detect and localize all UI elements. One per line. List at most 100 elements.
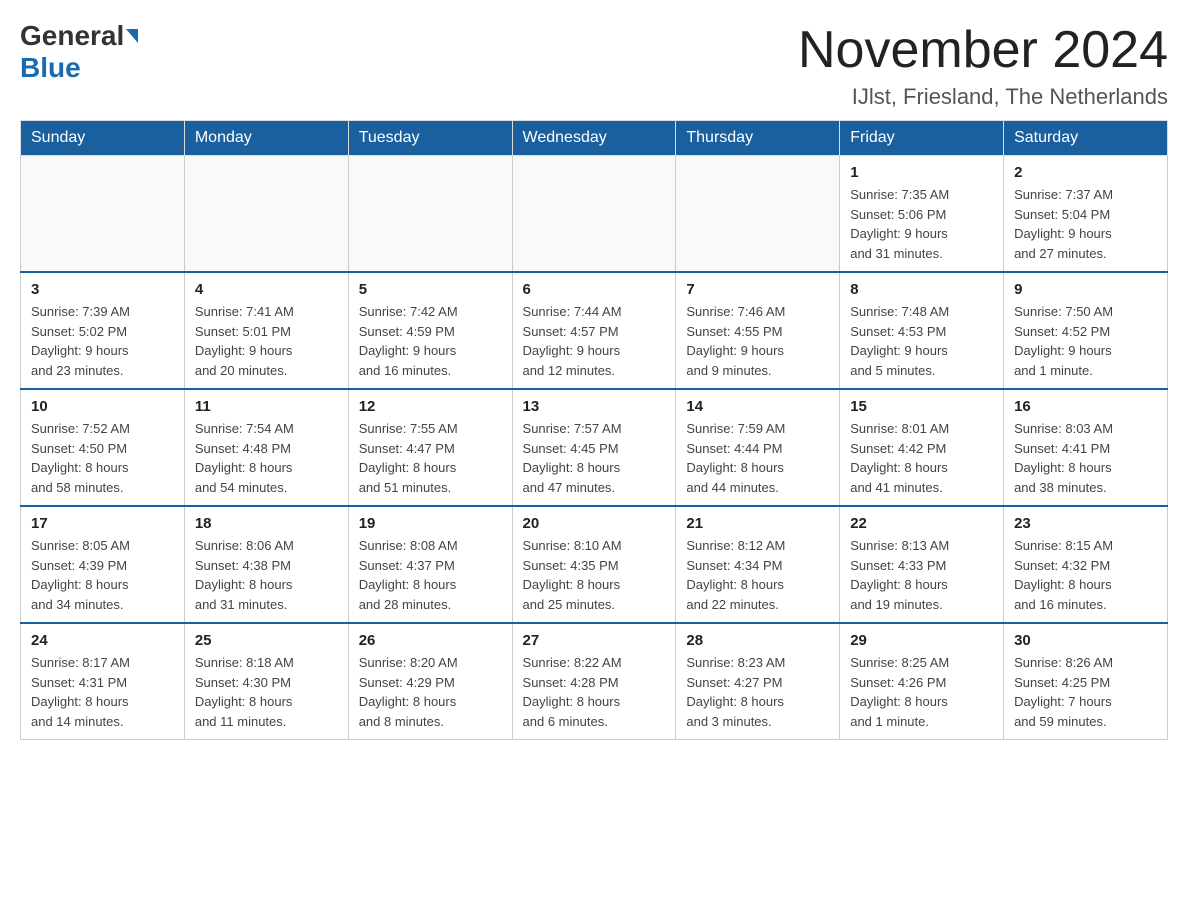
day-info: Sunrise: 8:01 AMSunset: 4:42 PMDaylight:… (850, 419, 993, 497)
day-info: Sunrise: 7:59 AMSunset: 4:44 PMDaylight:… (686, 419, 829, 497)
day-number: 30 (1014, 632, 1157, 649)
day-info: Sunrise: 7:44 AMSunset: 4:57 PMDaylight:… (523, 302, 666, 380)
day-info: Sunrise: 7:41 AMSunset: 5:01 PMDaylight:… (195, 302, 338, 380)
day-info: Sunrise: 8:20 AMSunset: 4:29 PMDaylight:… (359, 653, 502, 731)
day-info: Sunrise: 7:57 AMSunset: 4:45 PMDaylight:… (523, 419, 666, 497)
day-number: 11 (195, 398, 338, 415)
day-number: 2 (1014, 164, 1157, 181)
day-number: 18 (195, 515, 338, 532)
weekday-header-wednesday: Wednesday (512, 121, 676, 156)
weekday-header-friday: Friday (840, 121, 1004, 156)
day-info: Sunrise: 8:03 AMSunset: 4:41 PMDaylight:… (1014, 419, 1157, 497)
logo-arrow-icon (126, 29, 138, 43)
day-number: 27 (523, 632, 666, 649)
month-title: November 2024 (798, 20, 1168, 80)
calendar-cell: 25 Sunrise: 8:18 AMSunset: 4:30 PMDayligh… (184, 623, 348, 740)
week-row-1: 1Sunrise: 7:35 AMSunset: 5:06 PMDaylight… (21, 156, 1168, 273)
calendar-cell: 13 Sunrise: 7:57 AMSunset: 4:45 PMDayligh… (512, 389, 676, 506)
day-info: Sunrise: 7:42 AMSunset: 4:59 PMDaylight:… (359, 302, 502, 380)
calendar-cell: 28Sunrise: 8:23 AMSunset: 4:27 PMDayligh… (676, 623, 840, 740)
calendar-cell: 6 Sunrise: 7:44 AMSunset: 4:57 PMDaylight… (512, 272, 676, 389)
calendar-cell: 20Sunrise: 8:10 AMSunset: 4:35 PMDayligh… (512, 506, 676, 623)
title-area: November 2024 IJlst, Friesland, The Neth… (798, 20, 1168, 110)
page-header: General Blue November 2024 IJlst, Friesl… (20, 20, 1168, 110)
day-number: 13 (523, 398, 666, 415)
week-row-5: 24Sunrise: 8:17 AMSunset: 4:31 PMDayligh… (21, 623, 1168, 740)
calendar-cell: 24Sunrise: 8:17 AMSunset: 4:31 PMDayligh… (21, 623, 185, 740)
calendar-cell: 17 Sunrise: 8:05 AMSunset: 4:39 PMDayligh… (21, 506, 185, 623)
day-number: 25 (195, 632, 338, 649)
day-number: 4 (195, 281, 338, 298)
day-number: 22 (850, 515, 993, 532)
weekday-header-tuesday: Tuesday (348, 121, 512, 156)
day-info: Sunrise: 8:17 AMSunset: 4:31 PMDaylight:… (31, 653, 174, 731)
weekday-header-row: SundayMondayTuesdayWednesdayThursdayFrid… (21, 121, 1168, 156)
day-info: Sunrise: 8:10 AMSunset: 4:35 PMDaylight:… (523, 536, 666, 614)
calendar-cell: 16 Sunrise: 8:03 AMSunset: 4:41 PMDayligh… (1004, 389, 1168, 506)
calendar-cell: 4 Sunrise: 7:41 AMSunset: 5:01 PMDaylight… (184, 272, 348, 389)
calendar-cell: 1Sunrise: 7:35 AMSunset: 5:06 PMDaylight… (840, 156, 1004, 273)
day-info: Sunrise: 8:25 AMSunset: 4:26 PMDaylight:… (850, 653, 993, 731)
day-number: 29 (850, 632, 993, 649)
day-number: 8 (850, 281, 993, 298)
weekday-header-thursday: Thursday (676, 121, 840, 156)
day-info: Sunrise: 7:55 AMSunset: 4:47 PMDaylight:… (359, 419, 502, 497)
day-info: Sunrise: 8:05 AMSunset: 4:39 PMDaylight:… (31, 536, 174, 614)
weekday-header-sunday: Sunday (21, 121, 185, 156)
day-info: Sunrise: 7:48 AMSunset: 4:53 PMDaylight:… (850, 302, 993, 380)
calendar-cell: 10 Sunrise: 7:52 AMSunset: 4:50 PMDayligh… (21, 389, 185, 506)
day-info: Sunrise: 7:35 AMSunset: 5:06 PMDaylight:… (850, 185, 993, 263)
day-number: 14 (686, 398, 829, 415)
calendar-cell: 26Sunrise: 8:20 AMSunset: 4:29 PMDayligh… (348, 623, 512, 740)
day-info: Sunrise: 8:18 AMSunset: 4:30 PMDaylight:… (195, 653, 338, 731)
day-info: Sunrise: 8:12 AMSunset: 4:34 PMDaylight:… (686, 536, 829, 614)
day-number: 12 (359, 398, 502, 415)
day-info: Sunrise: 8:15 AMSunset: 4:32 PMDaylight:… (1014, 536, 1157, 614)
week-row-2: 3 Sunrise: 7:39 AMSunset: 5:02 PMDaylight… (21, 272, 1168, 389)
calendar-cell (184, 156, 348, 273)
calendar-cell: 30Sunrise: 8:26 AMSunset: 4:25 PMDayligh… (1004, 623, 1168, 740)
week-row-3: 10 Sunrise: 7:52 AMSunset: 4:50 PMDayligh… (21, 389, 1168, 506)
logo-general: General (20, 20, 124, 52)
calendar-table: SundayMondayTuesdayWednesdayThursdayFrid… (20, 120, 1168, 740)
calendar-cell: 21 Sunrise: 8:12 AMSunset: 4:34 PMDayligh… (676, 506, 840, 623)
day-number: 23 (1014, 515, 1157, 532)
day-info: Sunrise: 7:37 AMSunset: 5:04 PMDaylight:… (1014, 185, 1157, 263)
day-info: Sunrise: 8:22 AMSunset: 4:28 PMDaylight:… (523, 653, 666, 731)
day-info: Sunrise: 7:39 AMSunset: 5:02 PMDaylight:… (31, 302, 174, 380)
day-info: Sunrise: 7:54 AMSunset: 4:48 PMDaylight:… (195, 419, 338, 497)
location-title: IJlst, Friesland, The Netherlands (798, 84, 1168, 110)
day-number: 6 (523, 281, 666, 298)
calendar-cell: 19 Sunrise: 8:08 AMSunset: 4:37 PMDayligh… (348, 506, 512, 623)
calendar-cell: 22Sunrise: 8:13 AMSunset: 4:33 PMDayligh… (840, 506, 1004, 623)
calendar-cell (512, 156, 676, 273)
calendar-cell: 8 Sunrise: 7:48 AMSunset: 4:53 PMDaylight… (840, 272, 1004, 389)
day-number: 7 (686, 281, 829, 298)
day-number: 19 (359, 515, 502, 532)
day-number: 5 (359, 281, 502, 298)
day-info: Sunrise: 7:46 AMSunset: 4:55 PMDaylight:… (686, 302, 829, 380)
day-number: 15 (850, 398, 993, 415)
logo: General Blue (20, 20, 138, 84)
day-info: Sunrise: 7:52 AMSunset: 4:50 PMDaylight:… (31, 419, 174, 497)
calendar-cell: 11 Sunrise: 7:54 AMSunset: 4:48 PMDayligh… (184, 389, 348, 506)
day-info: Sunrise: 7:50 AMSunset: 4:52 PMDaylight:… (1014, 302, 1157, 380)
calendar-cell: 3 Sunrise: 7:39 AMSunset: 5:02 PMDaylight… (21, 272, 185, 389)
day-number: 17 (31, 515, 174, 532)
day-info: Sunrise: 8:23 AMSunset: 4:27 PMDaylight:… (686, 653, 829, 731)
day-number: 21 (686, 515, 829, 532)
day-number: 10 (31, 398, 174, 415)
calendar-cell: 9Sunrise: 7:50 AMSunset: 4:52 PMDaylight… (1004, 272, 1168, 389)
week-row-4: 17 Sunrise: 8:05 AMSunset: 4:39 PMDayligh… (21, 506, 1168, 623)
calendar-cell (676, 156, 840, 273)
calendar-cell (21, 156, 185, 273)
weekday-header-monday: Monday (184, 121, 348, 156)
logo-blue: Blue (20, 52, 81, 83)
calendar-cell: 29 Sunrise: 8:25 AMSunset: 4:26 PMDayligh… (840, 623, 1004, 740)
weekday-header-saturday: Saturday (1004, 121, 1168, 156)
day-info: Sunrise: 8:08 AMSunset: 4:37 PMDaylight:… (359, 536, 502, 614)
calendar-cell: 14 Sunrise: 7:59 AMSunset: 4:44 PMDayligh… (676, 389, 840, 506)
day-number: 3 (31, 281, 174, 298)
day-number: 16 (1014, 398, 1157, 415)
calendar-cell: 5 Sunrise: 7:42 AMSunset: 4:59 PMDaylight… (348, 272, 512, 389)
